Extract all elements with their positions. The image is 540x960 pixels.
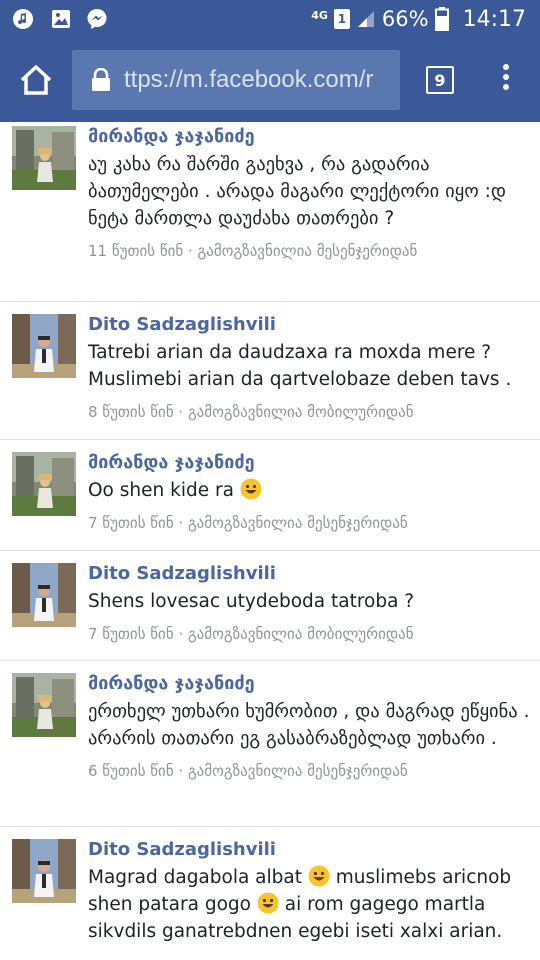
comment-item: Dito Sadzaglishvili Shens lovesac utydeb… (0, 551, 540, 661)
comment-meta: 7 წუთის წინ · გამოგზავნილია მესენჯერიდან (88, 514, 408, 532)
browser-toolbar: ttps://m.facebook.com/r 9 (0, 38, 540, 122)
comment-text: Shens lovesac utydeboda tatroba ? (88, 591, 415, 612)
comment-item: მირანდა ჯაჯანიძე ერთხელ უთხარი ხუმრობით … (0, 661, 540, 827)
comment-item: მირანდა ჯაჯანიძე Oo shen kide ra 7 წუთის… (0, 440, 540, 551)
comment-text: ერთხელ უთხარი ხუმრობით , და მაგრად ეწყინ… (88, 701, 530, 749)
url-text: ttps://m.facebook.com/r (124, 66, 374, 93)
comment-text: Tatrebi arian da daudzaxa ra moxda mere … (88, 342, 512, 390)
comment-meta: 7 წუთის წინ · გამოგზავნილია მობილურიდან (88, 625, 414, 643)
comment-meta: 8 წუთის წინ · გამოგზავნილია მობილურიდან (88, 403, 414, 421)
home-icon[interactable] (16, 60, 56, 100)
tabs-button[interactable]: 9 (426, 66, 454, 94)
comment-text: Magrad dagabola albat muslimebs aricnob … (88, 864, 530, 945)
network-type: 4G (311, 8, 328, 22)
avatar[interactable] (12, 314, 76, 378)
avatar[interactable] (12, 126, 76, 190)
music-icon (13, 9, 33, 29)
comment-text-part: Oo shen kide ra (88, 480, 234, 501)
overflow-menu-icon[interactable] (496, 64, 516, 96)
signal-icon (357, 11, 374, 27)
smiley-emoji-icon (240, 478, 262, 500)
comment-author[interactable]: Dito Sadzaglishvili (88, 314, 530, 335)
battery-percent: 66% (381, 7, 429, 31)
avatar[interactable] (12, 452, 76, 516)
comment-list: მირანდა ჯაჯანიძე აუ კახა რა შარში გაეხვა… (0, 122, 540, 960)
comment-item: Dito Sadzaglishvili Tatrebi arian da dau… (0, 302, 540, 440)
comment-item: Dito Sadzaglishvili Magrad dagabola alba… (0, 827, 540, 960)
avatar[interactable] (12, 839, 76, 903)
smiley-emoji-icon (308, 865, 330, 887)
comment-author[interactable]: Dito Sadzaglishvili (88, 563, 530, 584)
comment-author[interactable]: Dito Sadzaglishvili (88, 839, 530, 860)
avatar[interactable] (12, 673, 76, 737)
comment-meta: 6 წუთის წინ · გამოგზავნილია მესენჯერიდან (88, 762, 408, 780)
comment-text: Oo shen kide ra (88, 477, 530, 504)
comment-author[interactable]: მირანდა ჯაჯანიძე (88, 126, 530, 147)
avatar[interactable] (12, 563, 76, 627)
messenger-icon (87, 9, 107, 29)
battery-icon (434, 7, 449, 31)
smiley-emoji-icon (257, 892, 279, 914)
comment-author[interactable]: მირანდა ჯაჯანიძე (88, 452, 530, 473)
comment-text-part: Magrad dagabola albat (88, 867, 302, 888)
sim-indicator: 1 (333, 9, 350, 29)
comment-item: მირანდა ჯაჯანიძე აუ კახა რა შარში გაეხვა… (0, 122, 540, 302)
status-bar: 4G 1 66% 14:17 (0, 0, 540, 38)
comment-text: აუ კახა რა შარში გაეხვა , რა გადარია ბათ… (88, 154, 507, 229)
image-icon (52, 10, 70, 28)
comment-meta: 11 წუთის წინ · გამოგზავნილია მესენჯერიდა… (88, 242, 418, 260)
address-bar[interactable]: ttps://m.facebook.com/r (72, 50, 400, 110)
lock-icon (92, 68, 110, 91)
comment-author[interactable]: მირანდა ჯაჯანიძე (88, 673, 530, 694)
clock: 14:17 (462, 6, 526, 32)
